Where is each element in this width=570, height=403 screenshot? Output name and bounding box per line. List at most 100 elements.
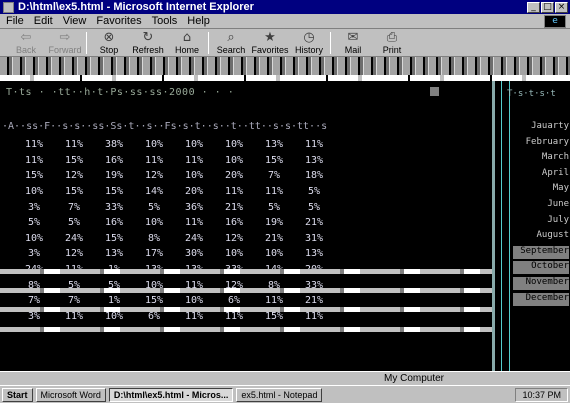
system-tray-clock: 10:37 PM <box>515 387 568 402</box>
table-cell: 21% <box>224 201 244 213</box>
menu-file[interactable]: File <box>6 15 24 27</box>
month-list-item[interactable]: November <box>513 277 569 290</box>
toolbar-button-label: Forward <box>48 45 82 55</box>
toolbar-button-label: Stop <box>99 45 119 55</box>
month-list-item[interactable]: June <box>513 199 569 212</box>
print-button[interactable]: ⎙ Print <box>374 31 410 56</box>
mail-icon: ✉ <box>347 30 359 45</box>
month-list-item[interactable]: March <box>513 152 569 165</box>
table-cell: 5% <box>307 186 321 198</box>
table-cell: 24% <box>184 232 204 244</box>
close-icon[interactable]: × <box>555 1 568 13</box>
menu-edit[interactable]: Edit <box>34 15 53 27</box>
table-row: 5% 5% 16% 10% 11% 16% 19% 21% <box>14 215 334 231</box>
stop-button[interactable]: ⊗ Stop <box>91 31 127 56</box>
table-cell: 11% <box>144 154 164 166</box>
month-list-item[interactable]: February <box>513 137 569 150</box>
mail-button[interactable]: ✉ Mail <box>335 31 371 56</box>
table-cell: 7% <box>267 170 281 182</box>
month-list-item[interactable]: August <box>513 230 569 243</box>
address-bar[interactable] <box>0 57 570 75</box>
taskbar: Start Microsoft Word D:\html\ex5.html - M… <box>0 385 570 403</box>
table-cell: 13% <box>304 154 324 166</box>
history-icon: ◷ <box>303 30 315 45</box>
home-button[interactable]: ⌂ Home <box>169 31 205 56</box>
table-cell: 3% <box>27 201 41 213</box>
taskbar-button[interactable]: Microsoft Word <box>35 387 106 402</box>
status-bar: My Computer <box>0 371 570 385</box>
table-cell: 15% <box>64 186 84 198</box>
month-list-item[interactable]: October <box>513 261 569 275</box>
month-list-pane: T·s·t·s·t Jauarty February March April May Ju… <box>492 81 570 371</box>
table-cell: 10% <box>224 248 244 260</box>
minimize-icon[interactable]: _ <box>527 1 540 13</box>
table-cell: 15% <box>264 154 284 166</box>
month-list-item[interactable]: May <box>513 183 569 196</box>
window-title: D:\html\ex5.html - Microsoft Internet Ex… <box>18 1 254 13</box>
page-heading: T·ts · ·tt··h·t·Ps·ss·ss·2000 · · · <box>6 87 235 98</box>
month-list-item[interactable]: July <box>513 215 569 228</box>
back-button[interactable]: ⇦ Back <box>8 31 44 56</box>
toolbar-button-label: Search <box>216 45 246 55</box>
table-cell: 11% <box>24 139 44 151</box>
table-cell: 21% <box>264 232 284 244</box>
menu-view[interactable]: View <box>63 15 87 27</box>
toolbar-button-label: Mail <box>344 45 362 55</box>
toolbar-button-label: Home <box>174 45 199 55</box>
maximize-icon[interactable]: □ <box>541 1 554 13</box>
table-cell: 15% <box>24 170 44 182</box>
table-cell: 19% <box>104 170 124 182</box>
table-cell: 15% <box>104 186 124 198</box>
table-cell: 10% <box>264 248 284 260</box>
table-cell: 14% <box>144 186 164 198</box>
table-cell: 38% <box>104 139 124 151</box>
forward-button[interactable]: ⇨ Forward <box>47 31 83 56</box>
table-cell: 10% <box>224 139 244 151</box>
table-cell: 15% <box>104 232 124 244</box>
table-cell: 20% <box>184 186 204 198</box>
start-button[interactable]: Start <box>2 387 33 402</box>
page-content: T·ts · ·tt··h·t·Ps·ss·ss·2000 · · · ·A··… <box>0 81 492 371</box>
toolbar-button-label: Back <box>15 45 36 55</box>
table-cell: 30% <box>184 248 204 260</box>
search-button[interactable]: ⌕ Search <box>213 31 249 56</box>
table-cell: 13% <box>264 139 284 151</box>
table-cell: 18% <box>304 170 324 182</box>
table-caption: ·A··ss·F··s·s··ss·Ss·t··s··Fs·s·t··s··t·… <box>2 121 328 132</box>
table-cell: 11% <box>24 154 44 166</box>
stop-icon: ⊗ <box>103 30 115 45</box>
table-cell: 5% <box>267 201 281 213</box>
table-cell: 11% <box>224 186 244 198</box>
favorites-button[interactable]: ★ Favorites <box>252 31 289 56</box>
menu-bar: File Edit View Favorites Tools Help e <box>0 14 570 29</box>
menu-favorites[interactable]: Favorites <box>96 15 141 27</box>
toolbar-button-label: Refresh <box>132 45 164 55</box>
pane-line <box>501 81 502 371</box>
month-list-item[interactable]: Jauarty <box>513 121 569 134</box>
toolbar-separator <box>86 32 87 54</box>
ie-app-icon[interactable] <box>3 1 14 13</box>
month-list-item[interactable]: December <box>513 292 569 306</box>
month-list-item[interactable]: September <box>513 245 569 259</box>
table-cell: 24% <box>64 232 84 244</box>
pane-header: T·s·t·s·t <box>507 89 556 99</box>
table-cell: 19% <box>264 217 284 229</box>
table-cell: 8% <box>147 232 161 244</box>
menu-help[interactable]: Help <box>187 15 210 27</box>
menu-tools[interactable]: Tools <box>152 15 178 27</box>
table-cell: 12% <box>64 248 84 260</box>
taskbar-button[interactable]: ex5.html - Notepad <box>236 387 323 402</box>
history-button[interactable]: ◷ History <box>291 31 327 56</box>
table-cell: 11% <box>264 186 284 198</box>
refresh-button[interactable]: ↻ Refresh <box>130 31 166 56</box>
table-row: 11% 11% 38% 10% 10% 10% 13% 11% <box>14 137 334 153</box>
taskbar-button[interactable]: D:\html\ex5.html - Micros... <box>108 387 234 402</box>
ie-throbber-icon: e <box>544 14 566 28</box>
pane-line <box>509 81 510 371</box>
month-list-item[interactable]: April <box>513 168 569 181</box>
table-cell: 13% <box>104 248 124 260</box>
table-cell: 10% <box>144 139 164 151</box>
table-row: 10% 15% 15% 14% 20% 11% 11% 5% <box>14 184 334 200</box>
table-cell: 11% <box>184 154 204 166</box>
percentage-table: 11% 11% 38% 10% 10% 10% 13% 11% 11% 15% 16% 11% 11% 1… <box>14 137 334 324</box>
